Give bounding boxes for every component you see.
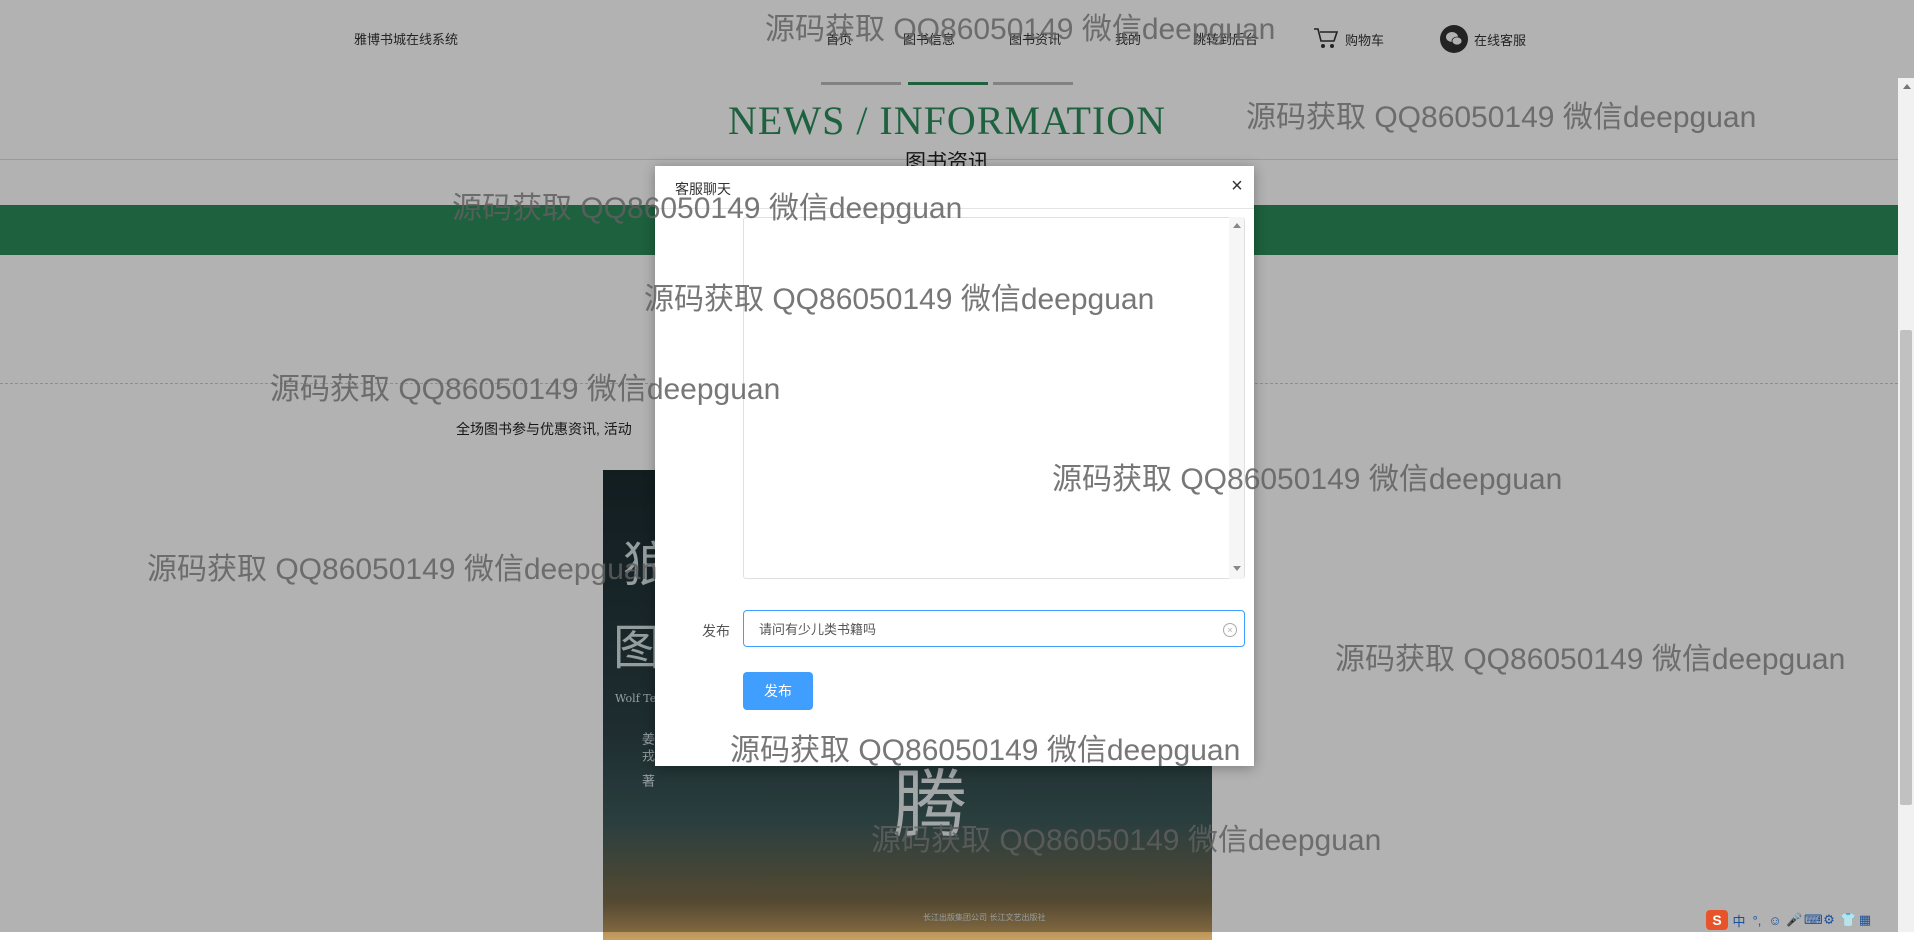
ime-chinese-mode-icon[interactable]: 中 [1732, 911, 1746, 930]
dialog-header-divider [655, 208, 1254, 209]
ime-settings-icon[interactable]: ⚙ [1822, 912, 1836, 928]
ime-skin-icon[interactable]: 👕 [1840, 912, 1856, 928]
scroll-up-arrow-icon[interactable] [1903, 84, 1911, 89]
post-field-label: 发布 [702, 623, 730, 639]
ime-toolbar[interactable]: S 中 °, ☺ 🎤 ⌨ ⚙ 👕 ▦ [1706, 910, 1872, 930]
chat-scrollbar[interactable] [1229, 217, 1244, 579]
message-input[interactable] [743, 610, 1245, 647]
chat-scroll-up-icon[interactable] [1233, 223, 1241, 228]
ime-punctuation-icon[interactable]: °, [1750, 913, 1764, 928]
chat-scroll-down-icon[interactable] [1233, 566, 1241, 571]
post-button[interactable]: 发布 [743, 672, 813, 710]
clear-icon[interactable]: × [1223, 623, 1237, 637]
ime-keyboard-icon[interactable]: ⌨ [1804, 912, 1823, 928]
customer-service-dialog: 客服聊天 × 发布 × 发布 [655, 166, 1254, 766]
dialog-title: 客服聊天 [675, 181, 731, 197]
close-icon[interactable]: × [1227, 176, 1247, 196]
ime-voice-icon[interactable]: 🎤 [1786, 912, 1802, 928]
sogou-logo-icon[interactable]: S [1706, 910, 1728, 930]
page-scrollbar-thumb[interactable] [1900, 330, 1912, 805]
ime-toolbox-icon[interactable]: ▦ [1858, 912, 1872, 928]
ime-emoji-icon[interactable]: ☺ [1768, 913, 1782, 928]
chat-messages-area[interactable] [743, 217, 1245, 579]
